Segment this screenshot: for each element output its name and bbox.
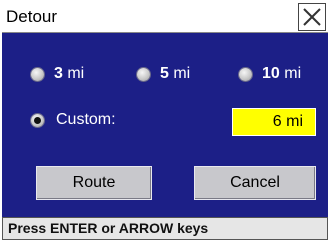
status-bar: Press ENTER or ARROW keys — [2, 217, 328, 240]
radio-3-mi-value: 3 — [54, 65, 63, 82]
radio-3-mi-label[interactable]: 3 mi — [54, 64, 84, 84]
route-button[interactable]: Route — [36, 166, 152, 200]
radio-10-mi-label[interactable]: 10 mi — [262, 64, 301, 84]
close-button[interactable] — [298, 3, 326, 31]
radio-3-mi[interactable] — [31, 68, 44, 81]
dialog-title: Detour — [6, 7, 58, 26]
cancel-button[interactable]: Cancel — [194, 166, 316, 200]
radio-custom-label[interactable]: Custom: — [56, 110, 116, 130]
radio-10-mi-unit: mi — [279, 65, 302, 82]
options-panel: 3 mi 5 mi 10 mi Custom: 6 mi Route Cance… — [2, 33, 328, 217]
title-bar: Detour — [2, 2, 328, 33]
detour-dialog: Detour 3 mi 5 mi 10 mi Custom: 6 mi Rout… — [2, 2, 328, 240]
radio-3-mi-unit: mi — [62, 65, 85, 82]
close-icon — [303, 8, 321, 26]
radio-5-mi-label[interactable]: 5 mi — [160, 64, 190, 84]
radio-5-mi-unit: mi — [168, 65, 191, 82]
radio-10-mi-value: 10 — [262, 65, 280, 82]
radio-custom[interactable] — [31, 114, 44, 127]
radio-5-mi-value: 5 — [160, 65, 169, 82]
radio-10-mi[interactable] — [239, 68, 252, 81]
custom-distance-field[interactable]: 6 mi — [232, 108, 316, 136]
radio-5-mi[interactable] — [137, 68, 150, 81]
